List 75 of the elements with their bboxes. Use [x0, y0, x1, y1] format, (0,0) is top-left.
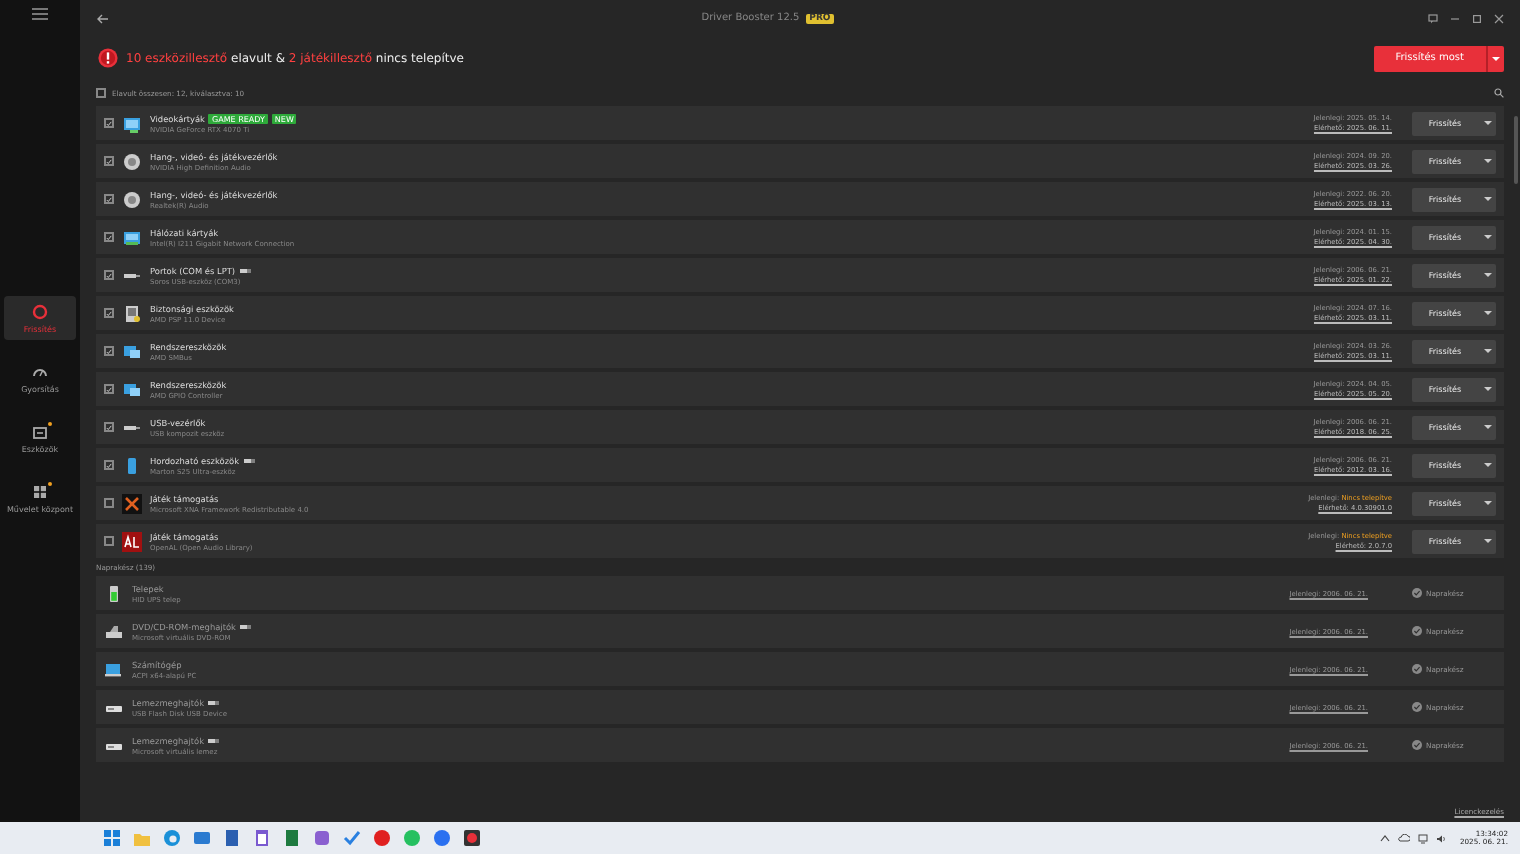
al-logo-icon — [122, 531, 142, 551]
x-logo-icon — [122, 493, 142, 513]
nav-icon — [32, 423, 48, 439]
spreadsheet-icon[interactable] — [282, 828, 302, 848]
caret-icon — [1483, 424, 1491, 430]
caret-icon — [1483, 348, 1491, 354]
caret-icon — [1483, 538, 1491, 544]
chevron-up-icon[interactable] — [1379, 834, 1390, 842]
row-checkbox[interactable] — [104, 118, 114, 128]
check-icon — [106, 195, 112, 203]
row-checkbox[interactable] — [104, 460, 114, 470]
caret-icon — [1483, 196, 1491, 202]
nav-icon — [32, 303, 48, 319]
check-circle-icon — [1412, 626, 1422, 636]
chip-icon — [122, 303, 142, 323]
app-icon[interactable] — [462, 828, 482, 848]
row-checkbox[interactable] — [104, 498, 114, 508]
row-checkbox[interactable] — [104, 536, 114, 546]
document-icon[interactable] — [222, 828, 242, 848]
check-circle-icon — [1412, 740, 1422, 750]
back-arrow-icon[interactable] — [96, 13, 108, 23]
caret-icon — [1483, 310, 1491, 316]
check-icon — [106, 385, 112, 393]
graphics-card-icon — [122, 113, 142, 133]
row-checkbox[interactable] — [104, 156, 114, 166]
row-checkbox[interactable] — [104, 270, 114, 280]
caret-icon — [1483, 386, 1491, 392]
row-checkbox[interactable] — [104, 384, 114, 394]
check-icon — [106, 119, 112, 127]
caret-icon — [1483, 500, 1491, 506]
start-icon[interactable] — [102, 828, 122, 848]
row-checkbox[interactable] — [104, 422, 114, 432]
close-icon[interactable] — [1494, 13, 1504, 23]
browser-icon[interactable] — [162, 828, 182, 848]
caret-icon — [1483, 272, 1491, 278]
caret-icon — [1483, 120, 1491, 126]
minimize-icon[interactable] — [1450, 13, 1460, 23]
volume-icon[interactable] — [1435, 833, 1446, 843]
check-icon — [106, 271, 112, 279]
caret-icon — [1492, 55, 1500, 61]
checkmark-icon[interactable] — [342, 828, 362, 848]
caret-icon — [1483, 462, 1491, 468]
search-icon[interactable] — [1494, 88, 1504, 98]
row-checkbox[interactable] — [104, 346, 114, 356]
notepad-icon[interactable] — [252, 828, 272, 848]
check-icon — [106, 423, 112, 431]
cloud-icon[interactable] — [1397, 834, 1410, 842]
check-circle-icon — [1412, 664, 1422, 674]
network-card-icon — [122, 227, 142, 247]
warning-icon — [98, 48, 118, 68]
maximize-icon[interactable] — [1472, 13, 1482, 23]
caret-icon — [1483, 234, 1491, 240]
phone-icon — [122, 455, 142, 475]
nav-icon — [32, 363, 48, 379]
battery-icon — [104, 583, 124, 603]
check-circle-icon — [1412, 588, 1422, 598]
row-checkbox[interactable] — [104, 308, 114, 318]
row-checkbox[interactable] — [104, 194, 114, 204]
check-icon — [106, 233, 112, 241]
network-icon[interactable] — [1417, 833, 1428, 843]
check-icon — [106, 461, 112, 469]
check-circle-icon — [1412, 702, 1422, 712]
caret-icon — [1483, 158, 1491, 164]
feedback-icon[interactable] — [1428, 13, 1438, 23]
disc-drive-icon — [104, 621, 124, 641]
check-icon — [106, 309, 112, 317]
dropdown-button[interactable] — [1486, 45, 1504, 71]
nav-icon — [32, 483, 48, 499]
check-icon — [106, 347, 112, 355]
scrollbar[interactable] — [1514, 116, 1518, 184]
check-icon — [106, 157, 112, 165]
computer-icon — [104, 659, 124, 679]
menu-icon[interactable] — [32, 8, 48, 20]
select-all-checkbox[interactable] — [96, 88, 106, 98]
row-checkbox[interactable] — [104, 232, 114, 242]
